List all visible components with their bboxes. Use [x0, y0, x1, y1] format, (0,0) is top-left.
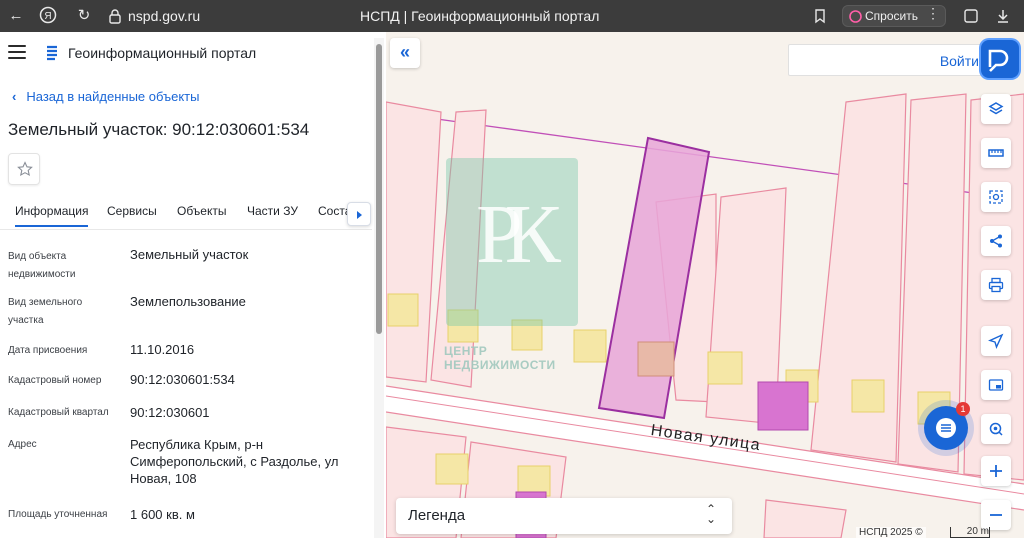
search-location-button[interactable] [981, 414, 1011, 444]
login-bar: Войти [788, 44, 988, 76]
navigation-arrow-icon [988, 333, 1004, 349]
login-link[interactable]: Войти [940, 53, 979, 69]
ruler-button[interactable] [981, 138, 1011, 168]
info-value: Республика Крым, р-н Симферопольский, с … [130, 437, 339, 486]
zoom-in-button[interactable] [981, 456, 1011, 486]
share-button[interactable] [981, 226, 1011, 256]
collapse-panel-button[interactable]: « [390, 38, 420, 68]
object-info-panel: Геоинформационный портал ‹ Назад в найден… [0, 32, 386, 538]
info-value: Земельный участок [130, 247, 249, 262]
more-icon[interactable]: ⋮ [926, 5, 940, 22]
map-view[interactable]: РК ЦЕНТР НЕДВИЖИМОСТИ Новая улица « Войт… [386, 32, 1024, 538]
picture-in-picture-icon [988, 379, 1004, 391]
select-area-button[interactable] [981, 182, 1011, 212]
info-value: 1 600 кв. м [130, 507, 195, 522]
info-label: Кадастровый номер [8, 375, 102, 386]
location-search-icon [989, 422, 1003, 436]
bookmark-icon[interactable] [812, 8, 828, 24]
watermark-letters: РК [476, 188, 561, 281]
watermark-line-1: ЦЕНТР [444, 344, 488, 358]
portal-app-icon[interactable] [981, 40, 1019, 78]
extensions-icon[interactable] [962, 7, 980, 25]
scale-bar: 20 m [950, 527, 990, 538]
back-to-results-link[interactable]: ‹ Назад в найденные объекты [12, 89, 199, 104]
info-value: Землепользование [130, 294, 246, 309]
lock-icon [109, 9, 121, 24]
favorite-button[interactable] [8, 153, 40, 185]
info-label: Площадь уточненная [8, 509, 108, 520]
select-area-icon [989, 190, 1003, 204]
minus-icon [990, 514, 1002, 516]
layers-icon [988, 102, 1004, 115]
portal-title: Геоинформационный портал [68, 45, 257, 61]
ruler-icon [988, 149, 1004, 157]
copyright-text: НСПД 2025 © [856, 527, 926, 538]
geolocation-button[interactable] [981, 326, 1011, 356]
info-label: Кадастровый квартал [8, 407, 109, 418]
tab-parts[interactable]: Части ЗУ [247, 204, 298, 218]
legend-label: Легенда [408, 507, 466, 524]
panel-scrollbar-thumb[interactable] [376, 44, 382, 334]
watermark-text: ЦЕНТР НЕДВИЖИМОСТИ [444, 344, 556, 372]
plus-icon [990, 465, 1002, 477]
legend-dropdown[interactable]: Легенда ⌃ ⌄ [396, 498, 732, 534]
notification-badge: 1 [956, 402, 970, 416]
chevron-left-icon: ‹ [12, 89, 17, 104]
svg-text:Я: Я [44, 11, 51, 22]
star-icon [17, 161, 33, 177]
info-label: Адрес [8, 439, 37, 450]
layers-button[interactable] [981, 94, 1011, 124]
back-link-label: Назад в найденные объекты [26, 89, 200, 104]
page-tab-title: НСПД | Геоинформационный портал [360, 8, 600, 24]
parcel-building [637, 341, 675, 377]
watermark-logo: РК [446, 158, 578, 326]
print-icon [988, 277, 1004, 293]
tab-objects[interactable]: Объекты [177, 204, 227, 218]
info-label: Вид объекта недвижимости [8, 251, 76, 280]
info-label: Дата присвоения [8, 345, 88, 356]
reload-icon[interactable]: ↻ [74, 6, 94, 26]
tab-info[interactable]: Информация [15, 204, 89, 227]
portal-logo-icon [47, 45, 57, 61]
highlighted-building [757, 381, 809, 431]
info-label: Вид земельного участка [8, 297, 83, 326]
tab-bar: Информация Сервисы Объекты Части ЗУ Сост… [0, 200, 372, 230]
info-value: 90:12:030601 [130, 405, 210, 420]
share-icon [990, 234, 1002, 248]
download-icon[interactable] [994, 7, 1012, 25]
minimap-button[interactable] [981, 370, 1011, 400]
print-button[interactable] [981, 270, 1011, 300]
chat-icon [936, 418, 956, 438]
tabs-scroll-right-button[interactable] [347, 202, 371, 226]
chevron-updown-icon: ⌃ ⌄ [706, 502, 717, 526]
menu-icon[interactable] [8, 45, 26, 59]
watermark-line-2: НЕДВИЖИМОСТИ [444, 358, 556, 372]
browser-toolbar: ← Я ↻ nspd.gov.ru НСПД | Геоинформационн… [0, 0, 1024, 32]
info-value: 11.10.2016 [130, 342, 195, 357]
ask-icon [849, 10, 862, 23]
address-bar-url[interactable]: nspd.gov.ru [128, 8, 200, 24]
info-value: 90:12:030601:534 [130, 372, 235, 387]
object-title: Земельный участок: 90:12:030601:534 [8, 120, 310, 139]
yandex-icon[interactable]: Я [38, 6, 58, 26]
ask-label: Спросить [865, 9, 918, 23]
tab-services[interactable]: Сервисы [107, 204, 157, 218]
back-arrow-icon[interactable]: ← [6, 6, 26, 26]
